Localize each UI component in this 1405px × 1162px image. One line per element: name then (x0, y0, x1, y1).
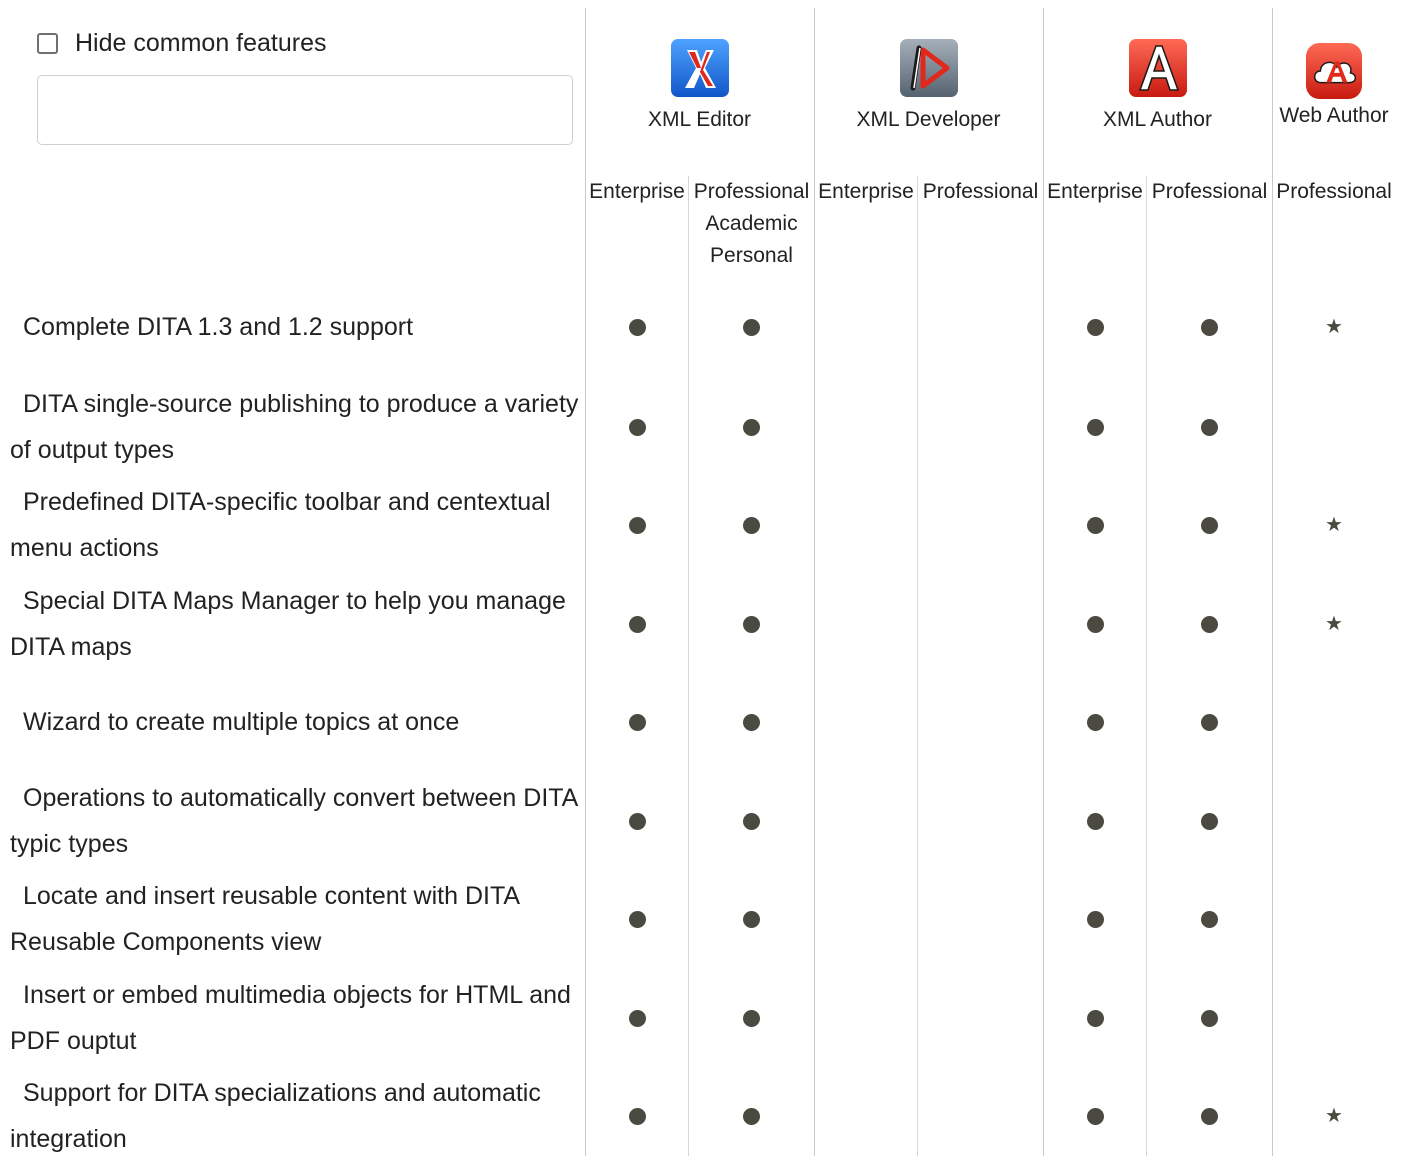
supported-dot-icon (628, 318, 646, 336)
supported-dot-icon (742, 1009, 760, 1027)
edition-divider (688, 176, 689, 1156)
hide-common-features-toggle[interactable]: Hide common features (37, 28, 327, 58)
feature-label: Special DITA Maps Manager to help you ma… (10, 587, 566, 661)
supported-dot-icon (628, 418, 646, 436)
feature-label: Locate and insert reusable content with … (10, 882, 519, 956)
star-icon: ★ (1325, 1105, 1343, 1127)
feature-label: DITA single-source publishing to produce… (10, 390, 579, 464)
edition-divider (917, 176, 918, 1156)
hide-common-features-label: Hide common features (75, 28, 327, 57)
star-icon: ★ (1325, 316, 1343, 338)
supported-dot-icon (1086, 1009, 1104, 1027)
supported-dot-icon (628, 910, 646, 928)
supported-dot-icon (742, 516, 760, 534)
product-name: XML Author (1103, 108, 1212, 131)
feature-label: Operations to automatically convert betw… (10, 784, 577, 858)
supported-dot-icon (742, 615, 760, 633)
feature-filter-input[interactable] (37, 75, 573, 145)
supported-dot-icon (1200, 812, 1218, 830)
edition-header: Professional (1276, 180, 1392, 203)
supported-dot-icon (1200, 516, 1218, 534)
product-header-xml-author: XML Author (1085, 38, 1230, 132)
supported-dot-icon (1086, 713, 1104, 731)
supported-dot-icon (1086, 318, 1104, 336)
xml-editor-logo-icon (670, 39, 729, 97)
supported-dot-icon (628, 713, 646, 731)
supported-dot-icon (628, 1107, 646, 1125)
supported-dot-icon (1086, 516, 1104, 534)
supported-dot-icon (1200, 615, 1218, 633)
edition-header-multiline: Professional Academic Personal (693, 180, 810, 267)
edition-header: Professional Academic Personal (689, 176, 814, 272)
edition-header: Enterprise (818, 180, 914, 203)
product-header-xml-developer: XML Developer (846, 38, 1011, 132)
star-icon: ★ (1325, 613, 1343, 635)
feature-label: Support for DITA specializations and aut… (10, 1079, 541, 1153)
supported-dot-icon (1086, 1107, 1104, 1125)
edition-header: Professional (922, 180, 1039, 203)
supported-dot-icon (1200, 1107, 1218, 1125)
supported-dot-icon (742, 713, 760, 731)
edition-divider (1146, 176, 1147, 1156)
supported-dot-icon (1200, 713, 1218, 731)
product-name: XML Editor (647, 108, 752, 131)
supported-dot-icon (1086, 812, 1104, 830)
supported-dot-icon (742, 1107, 760, 1125)
supported-dot-icon (628, 516, 646, 534)
product-header-web-author: Web Author (1274, 42, 1394, 128)
edition-header: Professional (1151, 180, 1268, 203)
hide-common-features-checkbox[interactable] (37, 32, 58, 54)
edition-header: Enterprise (589, 180, 685, 203)
supported-dot-icon (742, 910, 760, 928)
supported-dot-icon (1200, 1009, 1218, 1027)
product-header-xml-editor: XML Editor (627, 38, 772, 132)
feature-label: Insert or embed multimedia objects for H… (10, 981, 571, 1055)
xml-author-logo-icon (1128, 39, 1187, 97)
feature-label: Complete DITA 1.3 and 1.2 support (23, 313, 414, 341)
web-author-logo-icon (1305, 42, 1363, 100)
product-name: Web Author (1279, 104, 1389, 127)
supported-dot-icon (628, 812, 646, 830)
supported-dot-icon (742, 318, 760, 336)
feature-label: Predefined DITA-specific toolbar and cen… (10, 488, 551, 562)
product-name: XML Developer (856, 108, 1001, 131)
supported-dot-icon (742, 812, 760, 830)
supported-dot-icon (1200, 910, 1218, 928)
supported-dot-icon (1086, 418, 1104, 436)
xml-developer-logo-icon (899, 39, 958, 97)
supported-dot-icon (1200, 318, 1218, 336)
supported-dot-icon (1086, 615, 1104, 633)
supported-dot-icon (742, 418, 760, 436)
supported-dot-icon (1086, 910, 1104, 928)
supported-dot-icon (628, 615, 646, 633)
edition-header: Enterprise (1047, 180, 1143, 203)
feature-label: Wizard to create multiple topics at once (23, 708, 460, 736)
supported-dot-icon (1200, 418, 1218, 436)
supported-dot-icon (628, 1009, 646, 1027)
star-icon: ★ (1325, 514, 1343, 536)
